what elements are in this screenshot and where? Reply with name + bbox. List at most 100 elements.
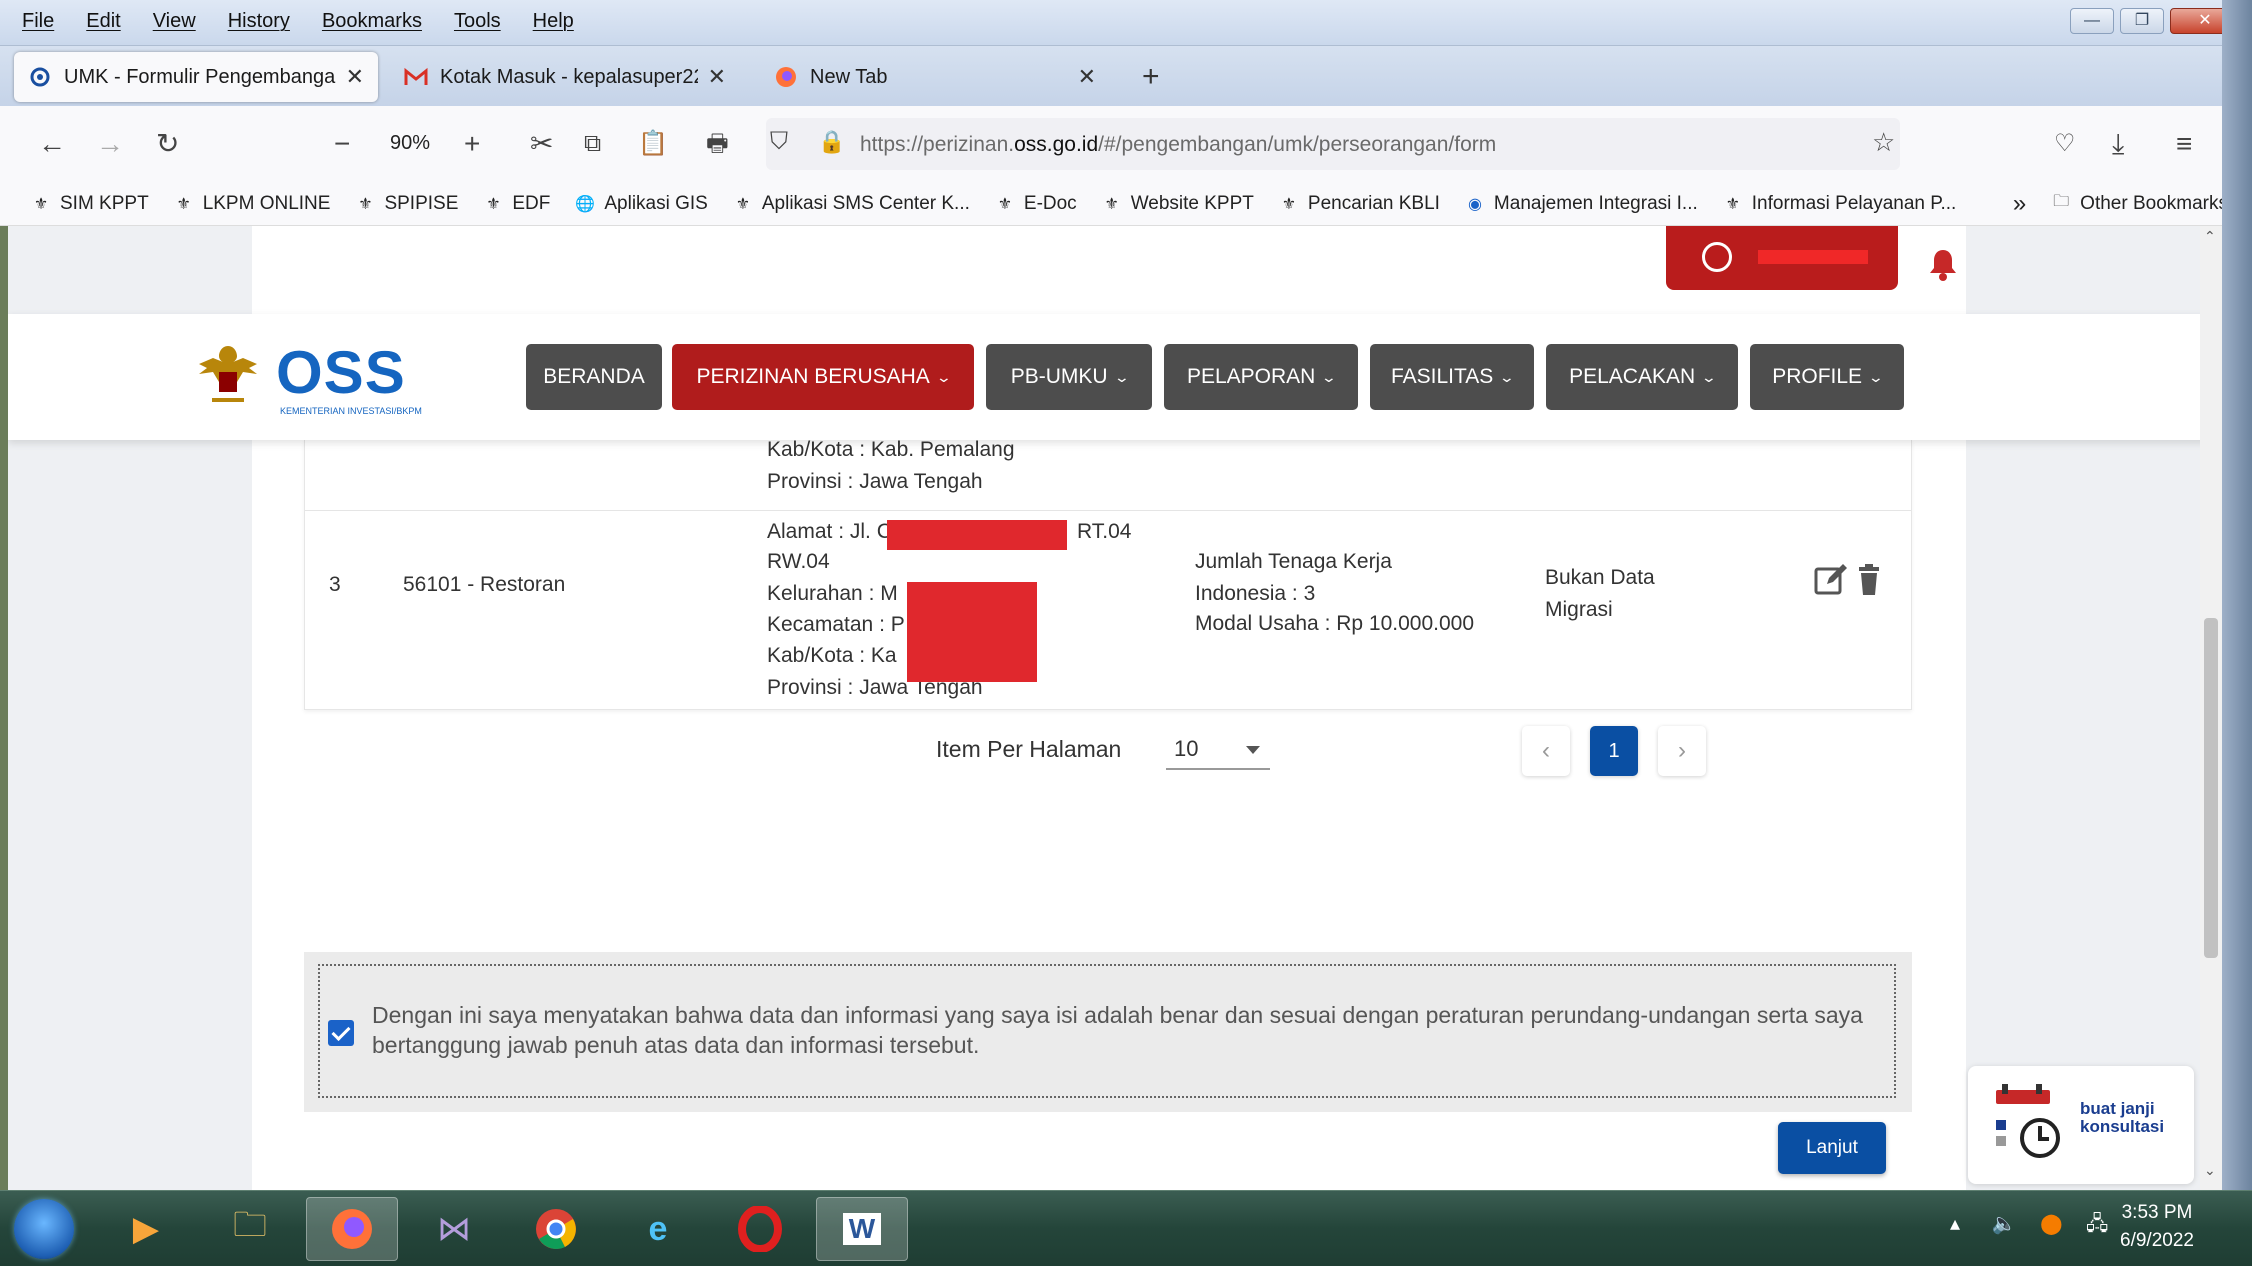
maximize-button[interactable]: ❐ (2120, 8, 2164, 34)
zoom-level[interactable]: 90% (390, 132, 430, 155)
word-icon[interactable]: W (816, 1197, 908, 1261)
network-icon[interactable]: 🖧 (2086, 1213, 2108, 1235)
prev-page-button[interactable]: ‹ (1522, 726, 1570, 776)
bookmark-sms-center[interactable]: ⚜ Aplikasi SMS Center K... (732, 193, 970, 215)
tab-gmail[interactable]: Kotak Masuk - kepalasuper22@ ✕ (390, 52, 740, 102)
tab-new-tab[interactable]: New Tab ✕ (760, 52, 1110, 102)
menu-help[interactable]: Help (533, 10, 574, 33)
visual-studio-icon[interactable]: ⋈ (408, 1197, 500, 1261)
paste-icon[interactable]: 📋 (638, 128, 668, 160)
menu-bar: File Edit View History Bookmarks Tools H… (0, 0, 2252, 46)
nav-pelaporan[interactable]: PELAPORAN ⌄ (1164, 344, 1358, 410)
bookmark-manajemen[interactable]: ◉ Manajemen Integrasi I... (1464, 193, 1698, 215)
nav-pelacakan[interactable]: PELACAKAN ⌄ (1546, 344, 1738, 410)
bookmark-lkpm[interactable]: ⚜ LKPM ONLINE (173, 193, 331, 215)
zoom-out-icon[interactable]: − (334, 128, 350, 160)
chevron-more-icon[interactable]: » (2013, 190, 2026, 218)
row-number: 3 (329, 573, 341, 596)
clock[interactable]: 3:53 PM 6/9/2022 (2120, 1199, 2194, 1255)
bookmark-kbli[interactable]: ⚜ Pencarian KBLI (1278, 193, 1440, 215)
chevron-down-icon: ⌄ (935, 368, 952, 385)
row-alamat-rt: RT.04 (1077, 520, 1132, 543)
start-button[interactable] (14, 1199, 74, 1259)
bookmark-informasi[interactable]: ⚜ Informasi Pelayanan P... (1722, 193, 1957, 215)
edit-icon[interactable] (1813, 562, 1849, 598)
volume-icon[interactable]: 🔈 (1992, 1213, 2017, 1235)
tab-close-icon[interactable]: ✕ (346, 64, 364, 90)
print-icon[interactable]: 🖶 (706, 128, 729, 160)
bookmark-star-icon[interactable]: ☆ (1872, 126, 1895, 158)
app-menu-icon[interactable]: ≡ (2176, 128, 2192, 160)
row-modal-usaha: Modal Usaha : Rp 10.000.000 (1195, 612, 1475, 635)
window-border (2222, 0, 2252, 1190)
firefox-icon (774, 65, 798, 89)
forward-icon[interactable]: → (96, 128, 124, 160)
bell-icon[interactable] (1928, 248, 1958, 282)
delete-icon[interactable] (1857, 564, 1881, 596)
bookmark-spipise[interactable]: ⚜ SPIPISE (354, 193, 458, 215)
consultation-widget[interactable]: buat janji konsultasi (1968, 1066, 2194, 1184)
lock-icon[interactable]: 🔒 (818, 126, 845, 158)
chevron-down-icon: ⌄ (1320, 368, 1338, 385)
bookmark-website-kppt[interactable]: ⚜ Website KPPT (1101, 193, 1254, 215)
nav-beranda[interactable]: BERANDA (526, 344, 662, 410)
media-player-icon[interactable]: ▶ (100, 1197, 192, 1261)
items-per-page-select[interactable]: 10 (1166, 728, 1270, 770)
bookmark-edf[interactable]: ⚜ EDF (482, 193, 550, 215)
reload-icon[interactable]: ↻ (156, 128, 179, 160)
bookmark-edoc[interactable]: ⚜ E-Doc (994, 193, 1077, 215)
row-tenaga-kerja-value: Indonesia : 3 (1195, 582, 1316, 605)
user-menu[interactable] (1666, 226, 1898, 290)
internet-explorer-icon[interactable]: e (612, 1197, 704, 1261)
back-icon[interactable]: ← (38, 128, 66, 160)
tab-umk-form[interactable]: UMK - Formulir Pengembangan ✕ (14, 52, 378, 102)
show-hidden-icons-icon[interactable]: ▴ (1950, 1213, 1960, 1235)
pocket-icon[interactable]: ♡ (2054, 128, 2076, 160)
new-tab-button[interactable]: + (1142, 60, 1160, 94)
bookmark-aplikasi-gis[interactable]: 🌐 Aplikasi GIS (574, 193, 707, 215)
url-text: https://perizinan.oss.go.id/#/pengembang… (860, 133, 1497, 156)
lanjut-button[interactable]: Lanjut (1778, 1122, 1886, 1174)
opera-icon[interactable] (714, 1197, 806, 1261)
bookmark-icon: ⚜ (176, 195, 191, 213)
cut-icon[interactable]: ✂ (530, 128, 553, 160)
menu-bookmarks[interactable]: Bookmarks (322, 10, 422, 33)
copy-icon[interactable]: ⧉ (584, 128, 601, 160)
tab-close-icon[interactable]: ✕ (708, 64, 726, 90)
scrollbar-thumb[interactable] (2204, 618, 2218, 958)
menu-file[interactable]: File (22, 10, 54, 33)
download-icon[interactable]: ⤓ (2112, 128, 2124, 160)
next-page-button[interactable]: › (1658, 726, 1706, 776)
nav-fasilitas[interactable]: FASILITAS ⌄ (1370, 344, 1534, 410)
zoom-in-icon[interactable]: + (464, 128, 480, 160)
page-scrollbar[interactable]: ⌃ ⌄ (2200, 226, 2222, 1190)
tab-close-icon[interactable]: ✕ (1078, 64, 1096, 90)
nav-pb-umku[interactable]: PB-UMKU ⌄ (986, 344, 1152, 410)
consultation-label: buat janji konsultasi (2080, 1099, 2165, 1136)
minimize-button[interactable]: — (2070, 8, 2114, 34)
scroll-up-icon[interactable]: ⌃ (2204, 228, 2216, 245)
menu-view[interactable]: View (153, 10, 196, 33)
menu-history[interactable]: History (228, 10, 290, 33)
bookmark-sim-kppt[interactable]: ⚜ SIM KPPT (30, 193, 149, 215)
menu-edit[interactable]: Edit (86, 10, 120, 33)
nav-profile[interactable]: PROFILE ⌄ (1750, 344, 1904, 410)
oss-logo[interactable]: OSS (276, 338, 406, 407)
agreement-checkbox[interactable] (328, 1020, 354, 1046)
bookmark-icon: ⚜ (358, 195, 373, 213)
other-bookmarks[interactable]: 🗀 Other Bookmarks (2050, 193, 2228, 215)
firefox-taskbar-icon[interactable] (306, 1197, 398, 1261)
shield-icon[interactable]: ⛉ (770, 126, 788, 158)
bookmark-icon: ⚜ (1104, 195, 1119, 213)
oss-favicon-icon (28, 65, 52, 89)
file-explorer-icon[interactable]: 🗀 (204, 1197, 296, 1261)
chevron-down-icon: ⌄ (1867, 368, 1885, 385)
chrome-icon[interactable] (510, 1197, 602, 1261)
bookmark-icon: ⚜ (735, 195, 751, 213)
menu-tools[interactable]: Tools (454, 10, 501, 33)
scroll-down-icon[interactable]: ⌄ (2204, 1162, 2216, 1179)
update-icon[interactable]: ⬤ (2040, 1213, 2062, 1235)
url-bar[interactable]: ⛉ 🔒 https://perizinan.oss.go.id/#/pengem… (766, 118, 1900, 170)
page-1-button[interactable]: 1 (1590, 726, 1638, 776)
nav-perizinan-berusaha[interactable]: PERIZINAN BERUSAHA ⌄ (672, 344, 974, 410)
